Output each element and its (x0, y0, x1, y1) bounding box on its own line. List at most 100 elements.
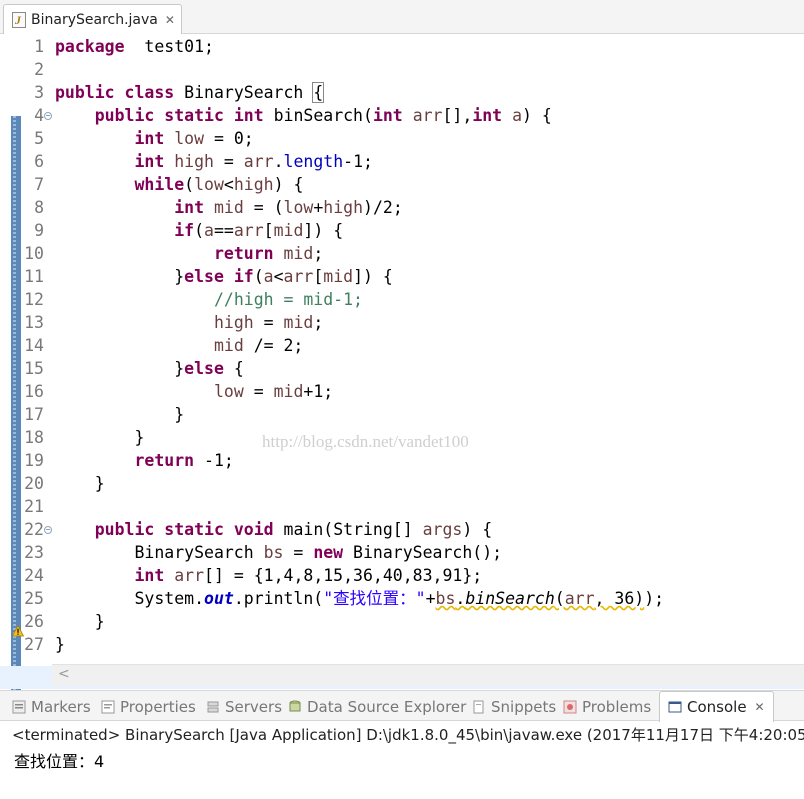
code-text: return -1; (55, 449, 234, 472)
code-line[interactable]: 2 (0, 58, 804, 81)
code-line[interactable]: 26 } (0, 610, 804, 633)
code-token: System. (55, 589, 205, 608)
code-token: ( (554, 589, 565, 608)
code-text: }else if(a<arr[mid]) { (55, 265, 393, 288)
code-token: + (425, 589, 436, 608)
code-line[interactable]: 8 int mid = (low+high)/2; (0, 196, 804, 219)
code-editor[interactable]: 1 package test01; 2 3 public class BinarySea… (0, 34, 804, 690)
fold-toggle-icon[interactable]: − (44, 112, 52, 120)
tab-label: Properties (120, 697, 196, 716)
code-token: + (313, 198, 324, 217)
code-text: } (55, 610, 105, 633)
code-token: -1; (194, 451, 234, 470)
line-number: 11 (24, 267, 44, 286)
tab-problems[interactable]: Problems (563, 691, 651, 722)
close-icon[interactable]: ✕ (165, 13, 175, 27)
code-token: low (213, 382, 244, 401)
code-line[interactable]: 15 }else { (0, 357, 804, 380)
line-number: 10 (24, 244, 44, 263)
code-token: arr (243, 152, 274, 171)
code-line[interactable]: 6 int high = arr.length-1; (0, 150, 804, 173)
line-number: 27 (24, 635, 44, 654)
console-status: <terminated> BinarySearch [Java Applicat… (12, 726, 804, 744)
code-token: int (233, 106, 264, 125)
line-number: 8 (34, 198, 44, 217)
code-line[interactable]: 16 low = mid+1; (0, 380, 804, 403)
tab-servers[interactable]: Servers (206, 691, 282, 722)
editor-tab-binarysearch[interactable]: J BinarySearch.java ✕ (3, 4, 182, 34)
code-text: public static int binSearch(int arr[],in… (55, 104, 552, 127)
code-line[interactable]: 17 } (0, 403, 804, 426)
code-token: BinarySearch (55, 543, 264, 562)
code-token: int (134, 566, 165, 585)
editor-tab-label: BinarySearch.java (31, 11, 158, 28)
code-line[interactable]: 21 (0, 495, 804, 518)
java-file-icon: J (12, 11, 26, 28)
tab-snippets[interactable]: Snippets (472, 691, 556, 722)
tab-markers[interactable]: Markers (12, 691, 91, 722)
code-token: . (455, 589, 466, 608)
snippets-icon (472, 700, 486, 714)
horizontal-scrollbar[interactable]: < (52, 664, 804, 686)
console-output[interactable]: 查找位置：4 (14, 748, 104, 772)
tab-data-source-explorer[interactable]: Data Source Explorer (288, 691, 466, 722)
fold-toggle-icon[interactable]: − (44, 526, 52, 534)
code-token: int (372, 106, 403, 125)
code-text: while(low<high) { (55, 173, 303, 196)
warning-icon[interactable] (12, 625, 24, 637)
code-token: args (422, 520, 463, 539)
code-line[interactable]: 10 return mid; (0, 242, 804, 265)
code-token: ( (194, 221, 205, 240)
code-line[interactable]: 3 public class BinarySearch { (0, 81, 804, 104)
code-line[interactable]: 25 System.out.println("查找位置："+bs.binSear… (0, 587, 804, 610)
console-icon (668, 700, 682, 714)
code-token: bs (263, 543, 284, 562)
code-line[interactable]: 12 //high = mid-1; (0, 288, 804, 311)
code-line[interactable]: 7 while(low<high) { (0, 173, 804, 196)
code-token: ; (313, 313, 324, 332)
code-line[interactable]: 20 } (0, 472, 804, 495)
servers-icon (206, 700, 220, 714)
scroll-left-icon[interactable]: < (58, 666, 70, 682)
line-number: 20 (24, 474, 44, 493)
code-line[interactable]: 4− public static int binSearch(int arr[]… (0, 104, 804, 127)
code-line[interactable]: 1 package test01; (0, 35, 804, 58)
properties-icon (101, 700, 115, 714)
line-number: 12 (24, 290, 44, 309)
code-line[interactable]: 24 int arr[] = {1,4,8,15,36,40,83,91}; (0, 564, 804, 587)
line-number: 19 (24, 451, 44, 470)
code-line[interactable]: 9 if(a==arr[mid]) { (0, 219, 804, 242)
code-text: return mid; (55, 242, 323, 265)
code-token: } (55, 359, 185, 378)
tab-label: Markers (31, 697, 91, 716)
code-line[interactable]: 19 return -1; (0, 449, 804, 472)
code-line[interactable]: 14 mid /= 2; (0, 334, 804, 357)
close-icon[interactable]: ✕ (755, 700, 765, 714)
code-line[interactable]: 27} (0, 633, 804, 656)
code-line[interactable]: 5 int low = 0; (0, 127, 804, 150)
line-number: 7 (34, 175, 44, 194)
code-text: System.out.println("查找位置："+bs.binSearch(… (55, 587, 664, 610)
code-line[interactable]: 23 BinarySearch bs = new BinarySearch(); (0, 541, 804, 564)
code-token: a (204, 221, 214, 240)
tab-properties[interactable]: Properties (101, 691, 196, 722)
tab-console[interactable]: Console ✕ (659, 691, 774, 722)
code-token: } (55, 635, 65, 654)
code-token: -1; (343, 152, 373, 171)
code-text: }else { (55, 357, 244, 380)
code-line[interactable]: 22− public static void main(String[] arg… (0, 518, 804, 541)
line-number: 21 (24, 497, 44, 516)
code-token: return (134, 451, 195, 470)
code-token: arr (283, 267, 314, 286)
code-token: if (233, 267, 254, 286)
code-line[interactable]: 13 high = mid; (0, 311, 804, 334)
code-line[interactable]: 11 }else if(a<arr[mid]) { (0, 265, 804, 288)
